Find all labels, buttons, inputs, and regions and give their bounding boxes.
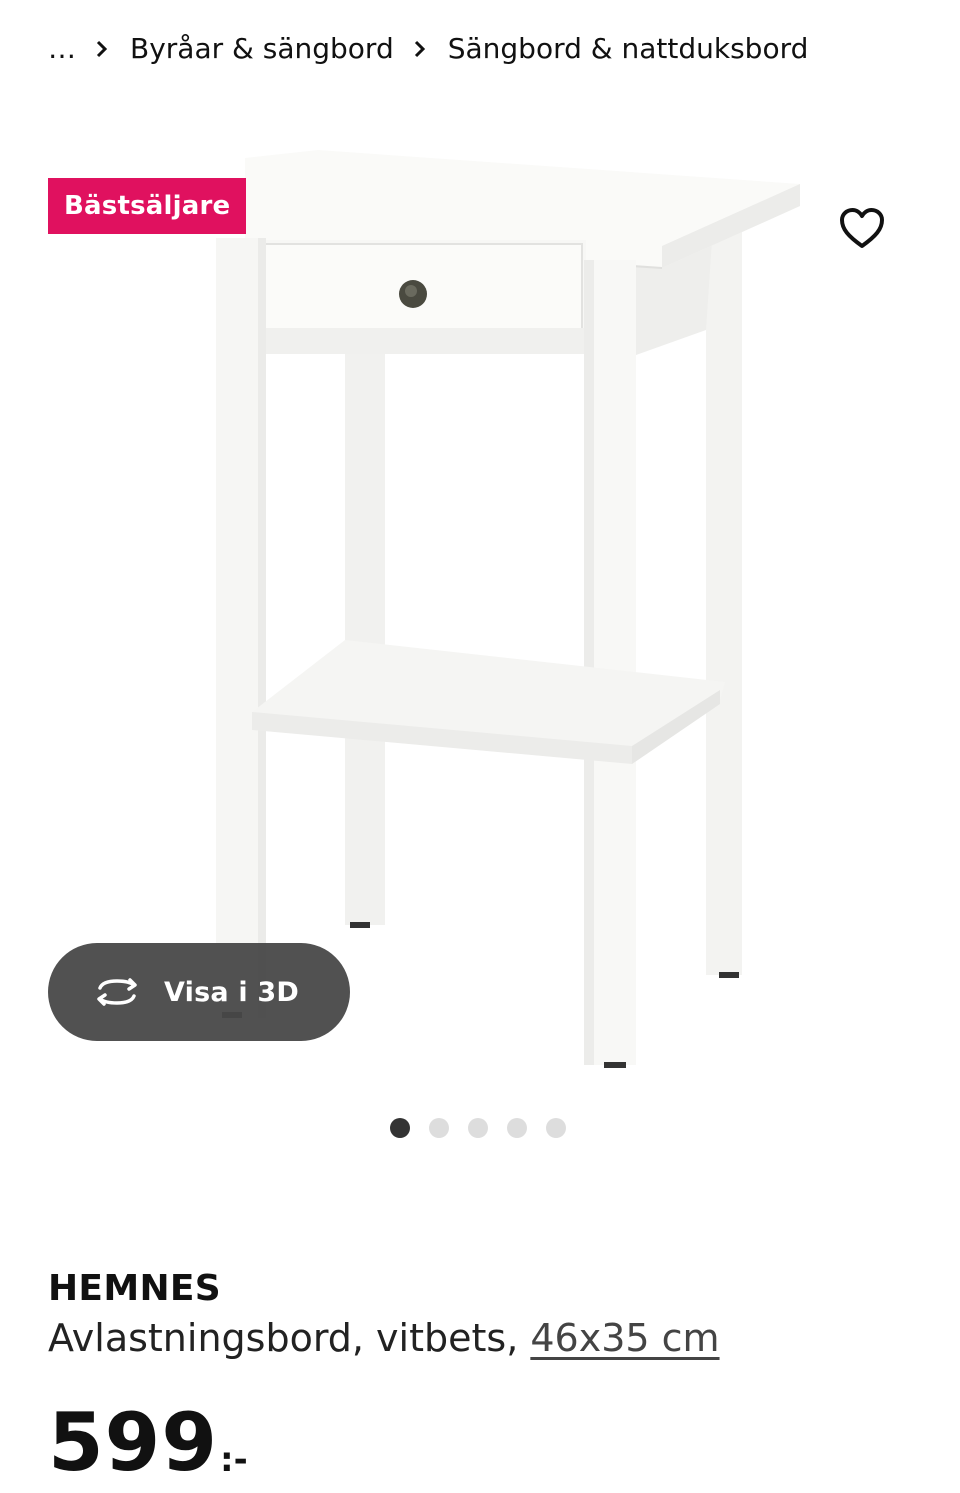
price-value: 599	[48, 1396, 218, 1489]
breadcrumb: … Byråar & sängbord Sängbord & nattduksb…	[48, 28, 808, 68]
pager-dot[interactable]	[429, 1118, 449, 1138]
product-size-link[interactable]: 46x35 cm	[530, 1316, 719, 1360]
breadcrumb-dressers[interactable]: Byråar & sängbord	[130, 32, 394, 65]
image-pager	[390, 1118, 566, 1138]
product-description: Avlastningsbord, vitbets, 46x35 cm	[48, 1316, 720, 1360]
price-suffix: :-	[220, 1440, 248, 1480]
chevron-right-icon	[414, 34, 428, 62]
product-gallery: Bästsäljare Visa i 3D	[0, 100, 960, 1100]
pager-dot[interactable]	[390, 1118, 410, 1138]
heart-outline-icon	[840, 208, 884, 248]
product-price: 599 :-	[48, 1398, 248, 1488]
breadcrumb-bedside-tables[interactable]: Sängbord & nattduksbord	[448, 32, 809, 65]
view-in-3d-label: Visa i 3D	[164, 976, 300, 1008]
product-type-text: Avlastningsbord, vitbets,	[48, 1316, 531, 1360]
chevron-right-icon	[96, 34, 110, 62]
bestseller-badge: Bästsäljare	[48, 178, 247, 234]
pager-dot[interactable]	[507, 1118, 527, 1138]
rotate-3d-icon	[97, 978, 137, 1006]
view-in-3d-button[interactable]: Visa i 3D	[48, 943, 350, 1041]
favorite-button[interactable]	[832, 200, 892, 256]
pager-dot[interactable]	[468, 1118, 488, 1138]
product-name: HEMNES	[48, 1268, 221, 1309]
pager-dot[interactable]	[546, 1118, 566, 1138]
breadcrumb-ellipsis[interactable]: …	[48, 32, 76, 65]
